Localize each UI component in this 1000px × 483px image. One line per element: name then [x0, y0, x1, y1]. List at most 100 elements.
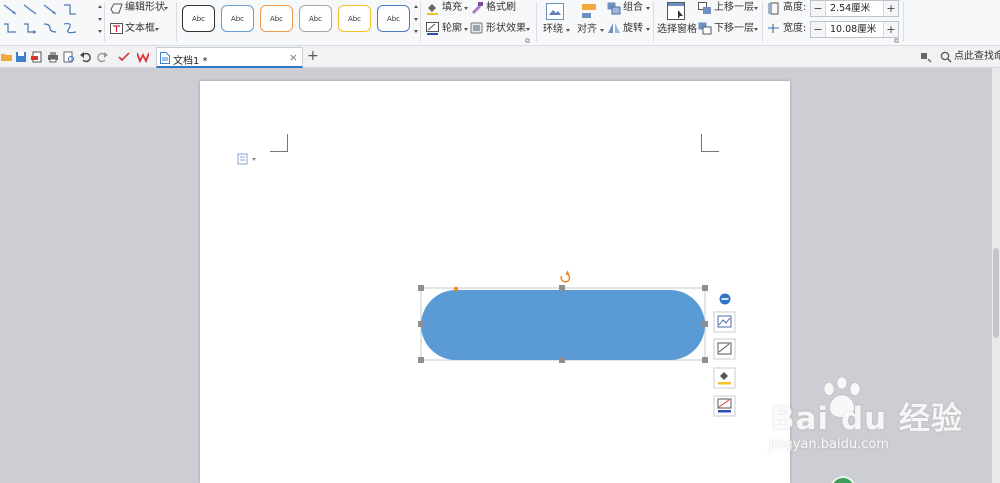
line-shapes-gallery[interactable] [2, 2, 90, 40]
shape-style-2[interactable]: Abc [221, 5, 254, 32]
float-outline-button[interactable] [713, 395, 736, 417]
text-box-icon [110, 23, 123, 34]
format-painter-button[interactable]: 格式刷 [486, 2, 516, 14]
bring-forward-button[interactable]: 上移一层 [714, 2, 754, 14]
width-decrease-button[interactable]: − [811, 22, 825, 37]
edit-shape-dropdown[interactable] [164, 7, 168, 10]
rotate-dropdown[interactable] [646, 28, 650, 31]
outline-dropdown[interactable] [464, 28, 468, 31]
bring-forward-dropdown[interactable] [754, 7, 758, 10]
undo-icon[interactable] [80, 51, 92, 63]
rotate-handle-icon[interactable] [560, 273, 571, 283]
baidu-paw-logo [823, 377, 861, 418]
float-edit-points-button[interactable] [713, 338, 736, 360]
search-command-input[interactable]: 点此查找命令 [954, 51, 1000, 63]
float-fill-button[interactable] [713, 367, 736, 389]
shape-style-3[interactable]: Abc [260, 5, 293, 32]
height-decrease-button[interactable]: − [811, 1, 825, 16]
search-icon[interactable] [940, 51, 952, 63]
collapse-bar [721, 298, 729, 300]
align-button[interactable]: 对齐 [577, 24, 597, 36]
shape-effect-dropdown[interactable] [526, 28, 530, 31]
text-box-button[interactable]: 文本框 [125, 23, 155, 35]
send-backward-button[interactable]: 下移一层 [714, 23, 754, 35]
fill-bucket-icon [427, 4, 438, 15]
height-spinner[interactable]: − 2.54厘米 + [810, 0, 899, 17]
height-increase-button[interactable]: + [884, 1, 898, 16]
ribbon-options-icon[interactable] [920, 51, 932, 63]
style-gallery-arrow[interactable] [414, 5, 418, 8]
format-painter-icon [472, 2, 483, 14]
rotate-button[interactable]: 旋转 [623, 23, 643, 35]
fill-button[interactable]: 填充 [442, 2, 462, 14]
vertical-scrollbar[interactable] [992, 68, 1000, 483]
outline-button[interactable]: 轮廓 [442, 23, 462, 35]
resize-handle-bottom-right[interactable] [702, 357, 708, 363]
resize-handle-top-left[interactable] [418, 285, 424, 291]
width-increase-button[interactable]: + [884, 22, 898, 37]
height-icon [768, 2, 779, 15]
close-tab-icon[interactable]: × [289, 51, 298, 64]
send-backward-dropdown[interactable] [754, 28, 758, 31]
group-dropdown[interactable] [646, 7, 650, 10]
add-tab-icon[interactable]: + [307, 48, 319, 64]
paste-options-icon[interactable] [237, 153, 259, 165]
float-shape-style-button[interactable] [713, 311, 736, 333]
wrap-text-icon [546, 3, 564, 20]
shape-style-4[interactable]: Abc [299, 5, 332, 32]
crop-mark-top-left [270, 134, 288, 152]
height-label: 高度: [783, 2, 807, 13]
shape-style-6[interactable]: Abc [377, 5, 410, 32]
customize-quick-access-icon[interactable] [118, 51, 130, 63]
height-input[interactable]: 2.54厘米 [825, 1, 884, 16]
print-preview-icon[interactable] [63, 51, 75, 63]
resize-handle-top-center[interactable] [559, 285, 565, 291]
selection-pane-button[interactable]: 选择窗格 [657, 24, 697, 36]
tab-document-1[interactable]: 文档1 * × [156, 47, 303, 68]
edit-shape-icon [110, 3, 123, 14]
resize-handle-middle-right[interactable] [702, 321, 708, 327]
group-icon [607, 2, 621, 15]
gallery-more-arrow[interactable] [98, 5, 102, 8]
width-spinner[interactable]: − 10.08厘米 + [810, 21, 899, 38]
width-icon [768, 24, 779, 33]
avatar [830, 476, 856, 483]
outline-pen-icon [426, 22, 439, 35]
shape-effect-button[interactable]: 形状效果 [486, 23, 526, 35]
print-icon[interactable] [47, 51, 59, 63]
open-folder-icon[interactable] [1, 51, 13, 63]
scrollbar-thumb[interactable] [993, 248, 999, 338]
resize-handle-top-right[interactable] [702, 285, 708, 291]
width-input[interactable]: 10.08厘米 [825, 22, 884, 37]
style-gallery-expand-arrow[interactable] [414, 30, 418, 33]
width-label: 宽度: [783, 23, 807, 34]
resize-handle-bottom-center[interactable] [559, 357, 565, 363]
shape-style-1[interactable]: Abc [182, 5, 215, 32]
shape-style-5[interactable]: Abc [338, 5, 371, 32]
wps-logo-icon[interactable] [137, 51, 149, 63]
adjust-corner-handle[interactable] [453, 286, 459, 292]
rounded-rectangle-shape[interactable] [421, 290, 705, 360]
align-dropdown[interactable] [600, 29, 604, 32]
document-tab-title: 文档1 * [173, 56, 208, 67]
save-icon[interactable] [15, 51, 27, 63]
shape-style-dialog-launcher-icon[interactable]: ⧉ [525, 37, 530, 46]
send-backward-icon [698, 22, 712, 35]
text-box-dropdown[interactable] [155, 28, 159, 31]
fill-dropdown[interactable] [464, 7, 468, 10]
document-icon [160, 52, 170, 64]
style-gallery-arrow[interactable] [414, 18, 418, 21]
tab-bar: 文档1 * × + 点此查找命令 [0, 46, 1000, 68]
document-page[interactable] [200, 81, 790, 483]
size-dialog-launcher-icon[interactable]: ⧉ [894, 37, 899, 46]
gallery-more-arrow[interactable] [98, 18, 102, 21]
resize-handle-middle-left[interactable] [418, 321, 424, 327]
edit-shape-button[interactable]: 编辑形状 [125, 2, 165, 14]
wrap-dropdown[interactable] [566, 29, 570, 32]
redo-icon[interactable] [96, 51, 108, 63]
resize-handle-bottom-left[interactable] [418, 357, 424, 363]
gallery-expand-arrow[interactable] [98, 30, 102, 33]
group-button[interactable]: 组合 [623, 2, 643, 14]
wrap-button[interactable]: 环绕 [543, 24, 563, 36]
export-pdf-icon[interactable] [31, 51, 43, 63]
